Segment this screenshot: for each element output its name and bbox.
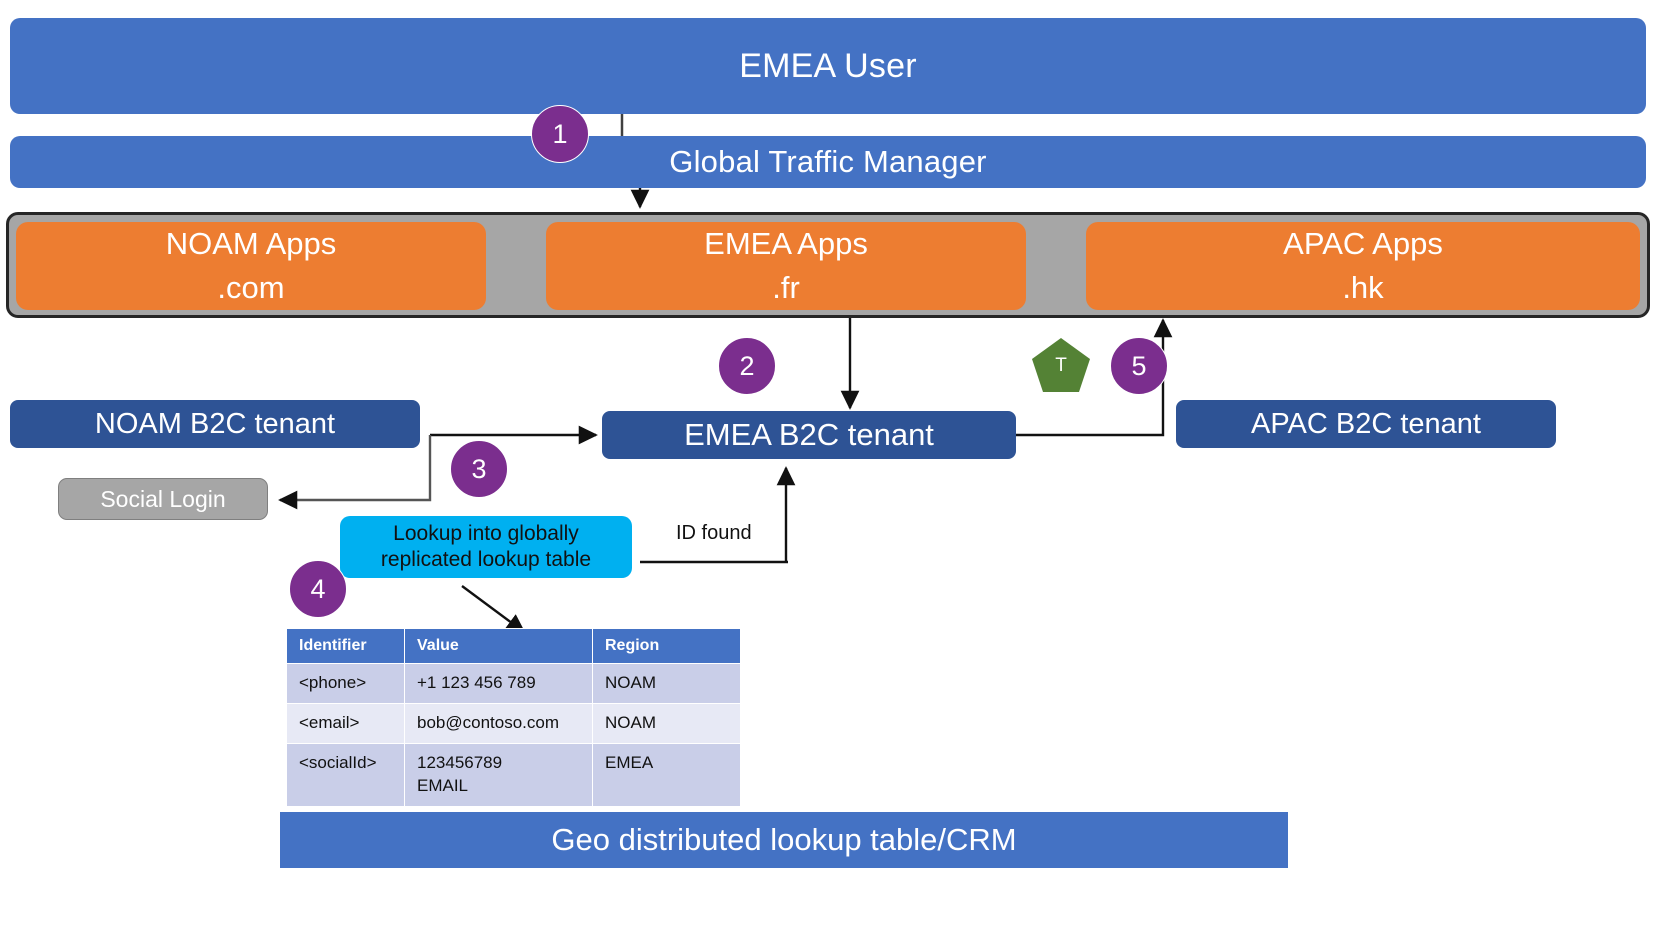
banner-emea-user: EMEA User — [10, 18, 1646, 114]
step-badge-4: 4 — [289, 560, 347, 618]
lookup-table-header-region: Region — [592, 628, 741, 664]
app-box-apac-domain: .hk — [1342, 270, 1384, 305]
lookup-table-header-identifier: Identifier — [286, 628, 405, 664]
step-badge-2-label: 2 — [739, 350, 755, 381]
lookup-callout: Lookup into globally replicated lookup t… — [340, 516, 632, 578]
step-badge-4-label: 4 — [310, 573, 326, 604]
pentagon-token-label: T — [1055, 355, 1067, 376]
social-login-box[interactable]: Social Login — [58, 478, 268, 520]
cell-identifier: <phone> — [286, 663, 405, 704]
cell-region: NOAM — [592, 663, 741, 704]
tenant-apac-label: APAC B2C tenant — [1251, 407, 1481, 440]
table-row: <phone> +1 123 456 789 NOAM — [286, 663, 741, 704]
cell-value: 123456789 EMAIL — [404, 742, 593, 807]
table-row: <socialId> 123456789 EMAIL EMEA — [286, 742, 741, 807]
app-box-emea-domain: .fr — [772, 270, 800, 305]
pentagon-token-badge: T — [1030, 336, 1092, 394]
app-box-apac[interactable]: APAC Apps .hk — [1086, 222, 1640, 310]
step-badge-3-label: 3 — [471, 453, 487, 484]
lookup-table-header-value: Value — [404, 628, 593, 664]
app-box-apac-name: APAC Apps — [1283, 225, 1443, 261]
step-badge-5-label: 5 — [1131, 350, 1147, 381]
lookup-callout-line1: Lookup into globally — [393, 521, 579, 545]
step-badge-5: 5 — [1110, 337, 1168, 395]
lookup-callout-line2: replicated lookup table — [380, 548, 592, 571]
bottom-bar-label: Geo distributed lookup table/CRM — [551, 822, 1017, 857]
app-box-noam[interactable]: NOAM Apps .com — [16, 222, 486, 310]
lookup-table-header-row: Identifier Value Region — [286, 628, 741, 664]
tenant-noam[interactable]: NOAM B2C tenant — [10, 400, 420, 448]
id-found-text: ID found — [676, 522, 752, 544]
bottom-bar-geo-lookup: Geo distributed lookup table/CRM — [280, 812, 1288, 868]
tenant-noam-label: NOAM B2C tenant — [94, 407, 336, 440]
cell-region: EMEA — [592, 742, 741, 807]
cell-value: bob@contoso.com — [404, 702, 593, 744]
step-badge-1: 1 — [531, 105, 589, 163]
tenant-emea-label: EMEA B2C tenant — [684, 417, 934, 452]
cell-region: NOAM — [592, 702, 741, 744]
table-row: <email> bob@contoso.com NOAM — [286, 702, 741, 744]
cell-identifier: <socialId> — [286, 742, 405, 807]
step-badge-2: 2 — [718, 337, 776, 395]
social-login-label: Social Login — [100, 485, 226, 512]
cell-value: +1 123 456 789 — [404, 663, 593, 704]
app-box-emea[interactable]: EMEA Apps .fr — [546, 222, 1026, 310]
app-box-noam-domain: .com — [217, 270, 285, 305]
banner-emea-user-label: EMEA User — [739, 46, 917, 85]
step-badge-3: 3 — [450, 440, 508, 498]
cell-identifier: <email> — [286, 702, 405, 744]
lookup-table-wrapper: Identifier Value Region <phone> +1 123 4… — [286, 628, 741, 807]
banner-global-traffic-manager-label: Global Traffic Manager — [669, 144, 987, 179]
app-box-emea-name: EMEA Apps — [704, 225, 868, 261]
banner-global-traffic-manager: Global Traffic Manager — [10, 136, 1646, 188]
id-found-label: ID found — [676, 522, 752, 545]
lookup-table: Identifier Value Region <phone> +1 123 4… — [286, 628, 741, 807]
tenant-emea[interactable]: EMEA B2C tenant — [602, 411, 1016, 459]
app-box-noam-name: NOAM Apps — [165, 225, 337, 261]
diagram-canvas: EMEA User Global Traffic Manager NOAM Ap… — [0, 0, 1656, 930]
connector-callout-to-table — [461, 585, 526, 634]
step-badge-1-label: 1 — [552, 118, 568, 149]
tenant-apac[interactable]: APAC B2C tenant — [1176, 400, 1556, 448]
